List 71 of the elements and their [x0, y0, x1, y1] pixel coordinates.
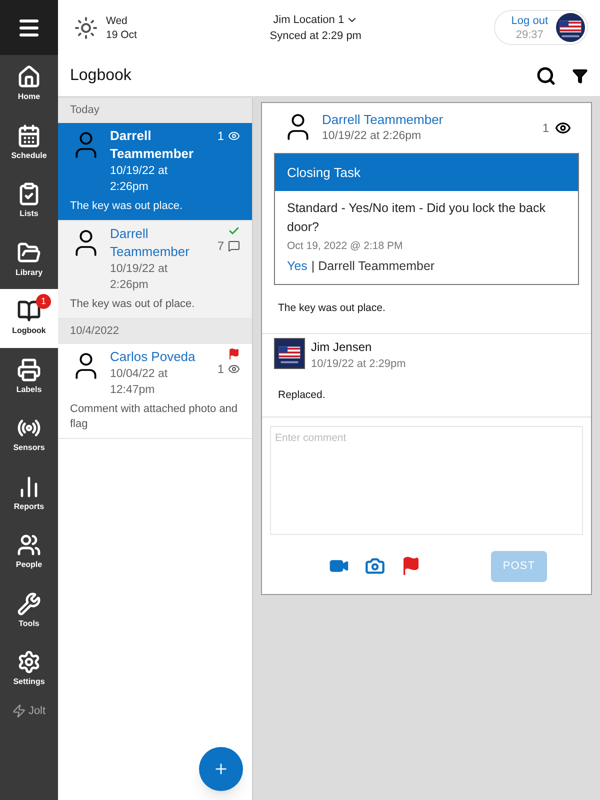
comment-field[interactable]: Enter comment — [270, 426, 583, 535]
entry-count: 7 — [217, 238, 224, 255]
task-answer: Yes — [287, 258, 308, 275]
weekday: Wed — [106, 14, 128, 28]
book-icon — [17, 299, 41, 324]
search-icon — [536, 66, 556, 86]
entry-text: The key was out place. — [70, 199, 184, 214]
nav-item[interactable]: Sensors — [0, 406, 58, 464]
filter-icon — [572, 68, 588, 84]
comment-text: Replaced. — [277, 388, 326, 403]
view-count: 1 — [542, 120, 549, 137]
task-responder: | Darrell Teammember — [311, 258, 435, 275]
calendar-icon — [17, 124, 41, 148]
logbook-entry[interactable]: Darrell Teammember 10/19/22 at 2:26pm 7 The key was out of place. — [58, 221, 252, 319]
brand-logo: Jolt — [28, 704, 46, 718]
task-header: Closing Task — [275, 154, 578, 192]
sun-icon — [74, 16, 98, 40]
logout-link[interactable]: Log out — [511, 14, 548, 28]
entry-time: 10/19/22 at 2:26pm — [110, 262, 169, 293]
notification-badge: 1 — [36, 294, 51, 309]
nav-item[interactable]: Reports — [0, 464, 58, 523]
session-timer: 29:37 — [516, 28, 544, 42]
bolt-icon — [12, 702, 26, 719]
add-button[interactable] — [199, 747, 243, 791]
comment-time: 10/19/22 at 2:29pm — [311, 356, 406, 372]
nav-item[interactable]: Lists — [0, 172, 58, 230]
nav-item[interactable]: Home — [0, 55, 58, 114]
date: 19 Oct — [106, 28, 137, 42]
plus-icon — [213, 761, 229, 777]
entry-time: 10/19/22 at 2:26pm — [322, 129, 422, 144]
entry-text: The key was out of place. — [70, 297, 196, 312]
search-button[interactable] — [536, 66, 556, 86]
sync-status: Synced at 2:29 pm — [270, 28, 362, 44]
flag-icon — [400, 556, 420, 576]
eye-icon — [555, 120, 571, 136]
nav-item[interactable]: Schedule — [0, 114, 58, 172]
location-dropdown[interactable]: Jim Location 1 — [273, 12, 358, 28]
home-icon — [17, 65, 41, 90]
author-name: Darrell Teammember — [110, 225, 190, 261]
settings-icon — [17, 650, 41, 674]
photo-button[interactable] — [364, 556, 384, 576]
camera-icon — [364, 556, 384, 576]
group-header: 10/4/2022 — [58, 319, 252, 344]
entry-count: 1 — [217, 361, 224, 378]
printer-icon — [17, 358, 41, 382]
author-name: Darrell Teammember — [322, 111, 444, 128]
group-header: Today — [58, 98, 252, 123]
filter-button[interactable] — [572, 68, 588, 84]
folder-icon — [17, 240, 41, 265]
author-name: Darrell Teammember — [110, 127, 195, 163]
entry-time: 10/19/22 at 2:26pm — [110, 164, 169, 195]
entry-text: Comment with attached photo and flag — [70, 402, 239, 432]
nav-item[interactable]: People — [0, 523, 58, 582]
entry-text: The key was out place. — [262, 284, 591, 334]
nav-item[interactable]: Settings — [0, 640, 58, 698]
author-name: Carlos Poveda — [110, 348, 196, 366]
task-question: Standard - Yes/No item - Did you lock the back door? — [287, 200, 546, 236]
entry-time: 10/04/22 at 12:47pm — [110, 367, 169, 398]
logbook-entry[interactable]: Darrell Teammember 10/19/22 at 2:26pm 1 The key was out place. — [58, 123, 252, 221]
comment-author: Jim Jensen — [311, 338, 373, 356]
entry-count: 1 — [217, 128, 224, 145]
page-title: Logbook — [70, 66, 132, 86]
people-icon — [17, 533, 41, 558]
clipboard-icon — [17, 182, 41, 206]
wrench-icon — [17, 592, 41, 616]
nav-item[interactable]: Tools — [0, 582, 58, 640]
flag-button[interactable] — [400, 556, 420, 576]
nav-item[interactable]: Library — [0, 230, 58, 289]
nav-item[interactable]: Labels — [0, 348, 58, 406]
task-time: Oct 19, 2022 @ 2:18 PM — [287, 239, 404, 254]
nav-item[interactable]: Logbook 1 — [0, 289, 58, 348]
